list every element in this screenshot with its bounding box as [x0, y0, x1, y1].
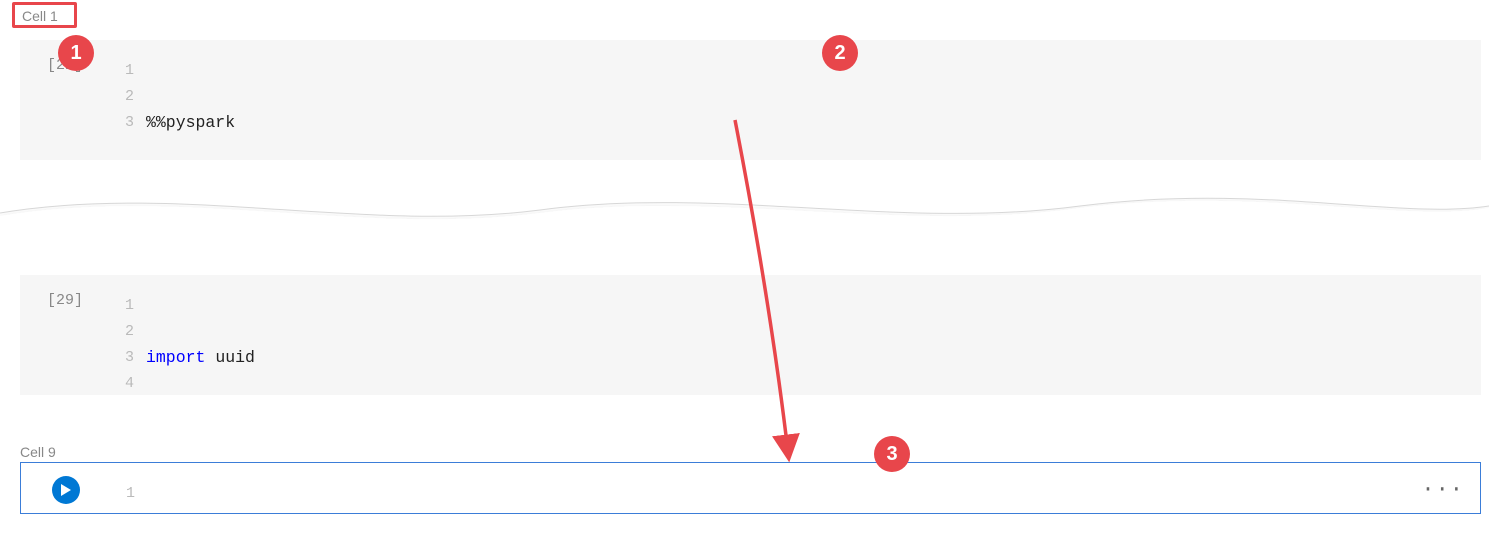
play-icon [60, 483, 72, 497]
line-number: 1 [111, 481, 135, 507]
callout-badge-3: 3 [874, 436, 910, 472]
exec-count-2: [29] [20, 275, 110, 395]
content-break-wave [0, 178, 1489, 258]
cell-label-1: Cell 1 [22, 8, 58, 24]
code-line: import uuid [146, 345, 1481, 371]
exec-col-active [21, 463, 111, 513]
cell-label-9: Cell 9 [20, 444, 56, 460]
line-number: 3 [110, 110, 134, 136]
code-editor-3[interactable]: top5ProductsOverall.write.parquet('abfss… [147, 463, 1480, 513]
line-gutter-3: 1 [111, 463, 147, 513]
line-number: 2 [110, 319, 134, 345]
line-gutter-1: 1 2 3 [110, 40, 146, 160]
run-cell-button[interactable] [52, 476, 80, 504]
code-editor-1[interactable]: %%pyspark data_path = spark.read.load('a… [146, 40, 1481, 160]
callout-badge-2: 2 [822, 35, 858, 71]
code-line: %%pyspark [146, 110, 1481, 136]
code-cell-1[interactable]: [22] 1 2 3 %%pyspark data_path = spark.r… [20, 40, 1481, 160]
line-number: 4 [110, 371, 134, 397]
line-number: 1 [110, 58, 134, 84]
code-editor-2[interactable]: import uuid # Generate random GUID runId… [146, 275, 1481, 395]
code-cell-2[interactable]: [29] 1 2 3 4 import uuid # Generate rand… [20, 275, 1481, 395]
line-number: 1 [110, 293, 134, 319]
line-number: 2 [110, 84, 134, 110]
line-number: 3 [110, 345, 134, 371]
more-icon[interactable]: ··· [1421, 477, 1464, 502]
line-gutter-2: 1 2 3 4 [110, 275, 146, 395]
code-cell-active[interactable]: 1 top5ProductsOverall.write.parquet('abf… [20, 462, 1481, 514]
callout-badge-1: 1 [58, 35, 94, 71]
